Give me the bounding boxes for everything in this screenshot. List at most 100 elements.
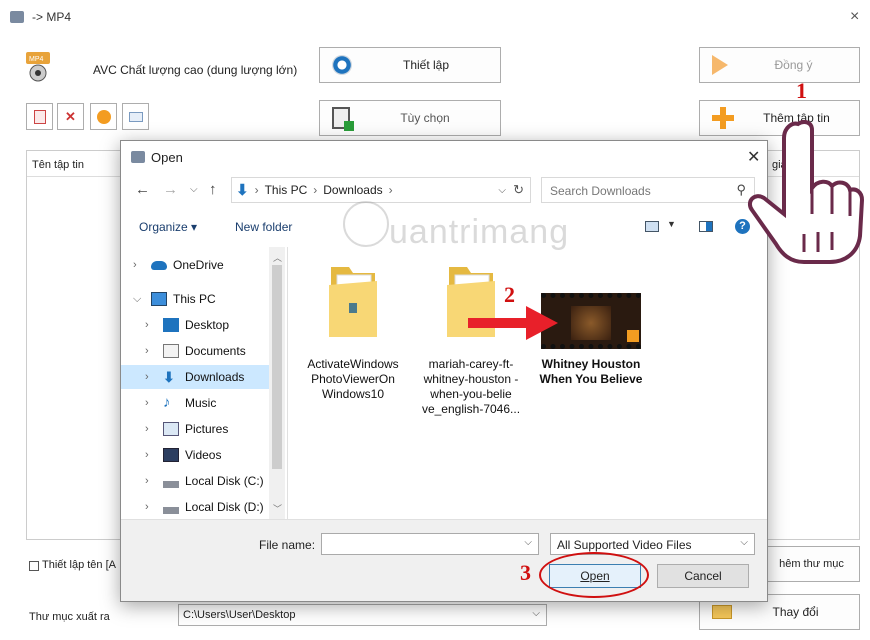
file-name: mariah-carey-ft- whitney-houston -when-y… [421,357,521,416]
chevron-right-icon: › [145,319,149,331]
drive-icon [163,506,179,514]
drive-icon [163,480,179,488]
back-button[interactable]: ← [135,181,150,198]
chevron-right-icon: › [145,397,149,409]
scroll-down-icon[interactable]: ﹀ [273,502,282,515]
settings-label: Thiết lập [402,58,450,72]
ok-label: Đồng ý [774,58,813,72]
nav-label: OneDrive [173,258,224,272]
mp4-format-icon: MP4 [24,52,52,82]
preview-pane-icon[interactable] [699,221,713,232]
folder-icon [712,605,732,619]
window-icon [10,11,24,23]
rename-label: Thiết lập tên [A [42,559,116,571]
options-label: Tùy chọn [400,111,450,125]
file-name: Whitney Houston When You Believe [539,357,643,386]
ok-arrow-icon [712,55,728,75]
clear-icon[interactable]: ✕ [57,103,84,130]
view-icon[interactable] [645,221,659,232]
cancel-label: Cancel [684,569,722,583]
nav-item-local-disk-d[interactable]: › Local Disk (D:) [121,495,269,519]
breadcrumb-downloads[interactable]: Downloads [323,183,382,197]
cancel-button[interactable]: Cancel [657,564,749,588]
chevron-down-icon: ⌵ [740,537,748,548]
chevron-right-icon: › [145,345,149,357]
download-icon: ⬇ [163,369,175,385]
plus-icon [712,107,734,129]
nav-item-onedrive[interactable]: › OneDrive [121,253,269,277]
scroll-up-icon[interactable]: ︿ [273,251,282,264]
nav-label: Downloads [185,370,245,384]
cloud-icon [151,260,167,270]
dialog-bottom-panel [121,519,767,601]
play-icon[interactable] [90,103,117,130]
nav-label: Local Disk (C:) [185,474,264,488]
watermark-text: uantrimang [389,213,570,251]
step-3-label: 3 [520,560,531,585]
close-button[interactable]: × [850,8,859,26]
file-item-activate[interactable]: ActivateWindows PhotoViewerOn Windows10 [297,259,409,409]
scrollbar-thumb[interactable] [272,265,282,469]
video-badge-icon [627,330,639,342]
chevron-right-icon: › [145,371,149,383]
nav-item-pictures[interactable]: › Pictures [121,417,269,441]
desktop-icon [163,318,179,332]
pane-divider [287,247,288,519]
options-icon [332,107,354,131]
breadcrumb-this-pc[interactable]: This PC [265,183,308,197]
nav-item-this-pc[interactable]: ⌵ This PC [121,287,269,311]
search-box[interactable]: Search Downloads ⚲ [541,177,755,203]
nav-item-desktop[interactable]: › Desktop [121,313,269,337]
organize-button[interactable]: Organize ▾ [139,220,197,234]
nav-item-videos[interactable]: › Videos [121,443,269,467]
file-name-input[interactable]: ⌵ [321,533,539,555]
download-arrow-icon: ⬇ [236,182,249,199]
view-dropdown-icon[interactable]: ▼ [667,219,676,229]
chevron-right-icon: › [145,501,149,513]
output-folder-select[interactable]: C:\Users\User\Desktop ⌵ [178,604,547,626]
watermark-logo [343,201,389,247]
delete-icon[interactable] [26,103,53,130]
dialog-title: Open [151,150,183,165]
rename-checkbox[interactable] [29,561,39,571]
nav-label: Pictures [185,422,229,436]
address-dropdown-icon[interactable]: ⌵ [498,185,506,196]
file-name-label: File name: [259,538,316,552]
music-icon: ♪ [163,394,171,411]
search-placeholder: Search Downloads [550,184,651,198]
filter-value: All Supported Video Files [557,538,692,552]
nav-item-downloads[interactable]: › ⬇ Downloads [121,365,269,389]
nav-label: Documents [185,344,246,358]
forward-button[interactable]: → [163,181,178,198]
add-folder-button[interactable]: hêm thư mục [763,546,860,582]
step-1-label: 1 [796,78,807,103]
nav-label: Local Disk (D:) [185,500,264,514]
file-name: ActivateWindows PhotoViewerOn Windows10 [307,357,399,401]
breadcrumb-sep: › [388,183,393,197]
refresh-icon[interactable]: ↻ [513,182,524,198]
nav-item-documents[interactable]: › Documents [121,339,269,363]
new-folder-button[interactable]: New folder [235,220,292,234]
info-icon[interactable] [122,103,149,130]
nav-item-local-disk-c[interactable]: › Local Disk (C:) [121,469,269,493]
column-file-name[interactable]: Tên tập tin [32,159,84,171]
nav-item-music[interactable]: › ♪ Music [121,391,269,415]
nav-label: This PC [173,292,216,306]
highlight-ellipse [539,552,649,598]
chevron-right-icon: › [133,259,137,271]
output-folder-value: C:\Users\User\Desktop [183,609,296,621]
recent-dropdown-icon[interactable]: ⌵ [190,184,198,195]
address-bar[interactable]: ⬇ › This PC › Downloads › ⌵ ↻ [231,177,531,203]
pictures-icon [163,422,179,436]
settings-button[interactable]: Thiết lập [319,47,501,83]
documents-icon [163,344,179,358]
nav-scrollbar[interactable]: ︿ ﹀ [269,247,285,519]
window-title: -> MP4 [32,10,72,24]
up-button[interactable]: ↑ [209,181,217,198]
nav-label: Videos [185,448,222,462]
ok-button[interactable]: Đồng ý [699,47,860,83]
chevron-down-icon: ⌵ [532,608,540,619]
breadcrumb-sep: › [254,183,259,197]
search-icon: ⚲ [736,182,746,197]
options-button[interactable]: Tùy chọn [319,100,501,136]
